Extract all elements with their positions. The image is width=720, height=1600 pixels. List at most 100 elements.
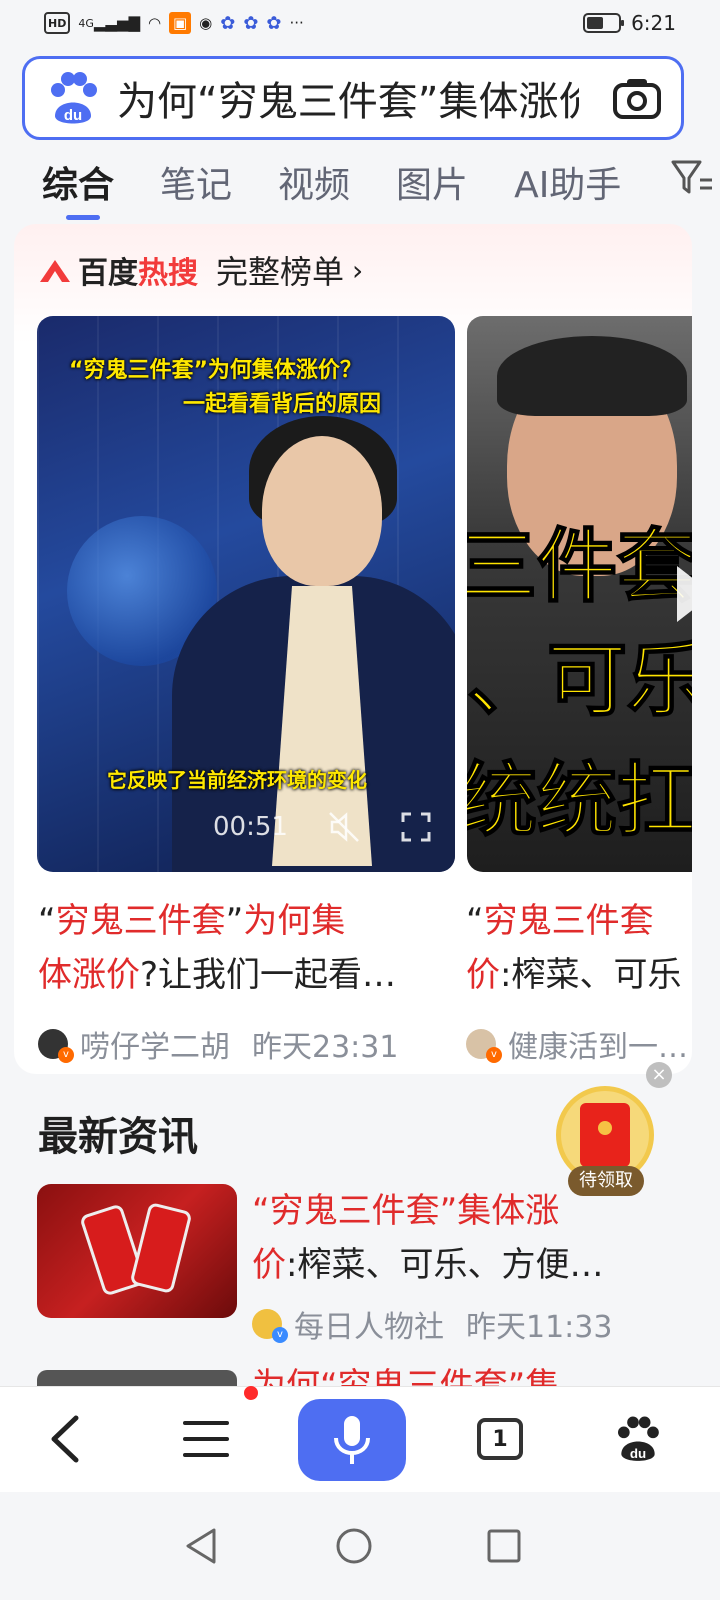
hd-icon: HD xyxy=(44,12,71,34)
signal-4g-icon: 4G ▂▃▅▇ xyxy=(78,14,141,32)
tab-all[interactable]: 综合 xyxy=(42,156,114,220)
system-navigation-bar xyxy=(0,1492,720,1600)
news-section-title: 最新资讯 xyxy=(38,1114,198,1160)
hot-search-brand: 百度 热搜 xyxy=(78,248,198,292)
camera-icon[interactable] xyxy=(611,75,663,121)
tab-videos[interactable]: 视频 xyxy=(278,156,350,208)
filter-icon[interactable] xyxy=(670,158,714,200)
video-caption-top: “穷鬼三件套”为何集体涨价？ xyxy=(69,358,362,383)
menu-button[interactable] xyxy=(176,1409,236,1469)
tab-images[interactable]: 图片 xyxy=(396,156,468,208)
author-name[interactable]: 健康活到一… xyxy=(508,1022,688,1066)
video-meta: v 唠仔学二胡 昨天23:31 xyxy=(38,1022,398,1066)
presenter-hair xyxy=(497,336,687,416)
verified-badge-icon: v xyxy=(486,1047,502,1063)
video-title-line: 体涨价?让我们一起看… xyxy=(38,948,458,1002)
tab-ai-assistant[interactable]: AI助手 xyxy=(514,156,621,208)
hot-search-header[interactable]: 百度 热搜 完整榜单 › xyxy=(38,248,363,292)
search-bar[interactable]: du 为何“穷鬼三件套”集体涨价 xyxy=(22,56,684,140)
video-title[interactable]: “穷鬼三件套”为何集 体涨价?让我们一起看… xyxy=(38,894,458,1002)
news-title[interactable]: “穷鬼三件套”集体涨 价:榨菜、可乐、方便… xyxy=(252,1184,652,1292)
news-time: 昨天11:33 xyxy=(466,1310,613,1345)
status-icons-left: HD 4G ▂▃▅▇ ◠ ▣ ◉ ✿ ✿ ✿ ··· xyxy=(44,12,304,34)
red-packet-label[interactable]: 待领取 xyxy=(568,1166,644,1196)
video-duration: 00:51 xyxy=(213,812,288,842)
status-icons-right: 6:21 xyxy=(583,11,676,35)
video-overlay-text: 、可乐 xyxy=(467,633,692,728)
wifi-icon: ◠ xyxy=(148,14,162,32)
fullscreen-icon[interactable] xyxy=(399,810,433,844)
full-list-link[interactable]: 完整榜单 xyxy=(216,247,344,293)
avatar[interactable]: v xyxy=(466,1029,502,1063)
video-title[interactable]: “穷鬼三件套 价:榨菜、可乐 xyxy=(466,894,692,1002)
hot-brand-suffix: 热搜 xyxy=(138,256,198,291)
app-notification-icon: ▣ xyxy=(169,12,192,34)
tabs-button[interactable]: 1 xyxy=(470,1409,530,1469)
svg-text:du: du xyxy=(64,107,82,124)
baidu-paw-icon: du xyxy=(618,1416,659,1461)
baidu-home-button[interactable]: du xyxy=(608,1409,668,1469)
title-quote: “ xyxy=(466,901,484,941)
hot-brand-prefix: 百度 xyxy=(78,256,138,291)
back-button[interactable] xyxy=(36,1409,96,1469)
video-thumbnail[interactable]: 三件套” 、可乐 统统扛不 xyxy=(467,316,692,872)
title-highlight: 为何集 xyxy=(243,901,346,941)
news-source[interactable]: 每日人物社 xyxy=(294,1302,444,1346)
clock: 6:21 xyxy=(631,11,676,35)
title-quote: “ xyxy=(252,1191,270,1231)
baidu-logo-icon[interactable]: du xyxy=(43,68,103,128)
news-title-line: 价:榨菜、可乐、方便… xyxy=(252,1238,652,1292)
notification-dot xyxy=(244,1386,258,1400)
baidu-search-results-page: HD 4G ▂▃▅▇ ◠ ▣ ◉ ✿ ✿ ✿ ··· 6:21 du 为何“穷鬼三… xyxy=(0,0,720,1600)
video-title-line: “穷鬼三件套”为何集 xyxy=(38,894,458,948)
video-caption-top-2: 一起看看背后的原因 xyxy=(183,392,382,417)
cola-can-graphic xyxy=(129,1201,193,1295)
title-rest: :榨菜、可乐 xyxy=(500,955,682,995)
red-envelope-icon xyxy=(580,1103,630,1167)
post-time: 昨天23:31 xyxy=(252,1030,399,1065)
verified-badge-icon: v xyxy=(58,1047,74,1063)
video-meta: v 健康活到一… xyxy=(466,1022,692,1066)
title-highlight: 价 xyxy=(252,1245,286,1285)
battery-icon xyxy=(583,13,625,33)
chevron-right-icon: › xyxy=(352,253,364,287)
tab-count: 1 xyxy=(477,1418,523,1460)
hot-search-logo-icon xyxy=(40,260,70,282)
baidu-paw-icon: ✿ xyxy=(243,12,259,34)
search-tabs: 综合 笔记 视频 图片 AI助手 xyxy=(0,150,720,220)
svg-text:du: du xyxy=(630,1446,646,1461)
chevron-left-icon xyxy=(51,1415,79,1463)
news-thumbnail[interactable] xyxy=(37,1184,237,1318)
nav-back-icon[interactable] xyxy=(182,1526,222,1566)
title-highlight: 穷鬼三件套 xyxy=(483,901,654,941)
wechat-icon: ◉ xyxy=(199,14,213,32)
signal-label: 4G xyxy=(78,16,94,30)
hot-search-card: 百度 热搜 完整榜单 › “穷鬼三件套”为何集体涨价？ 一起看看背后的原因 它反映… xyxy=(14,224,692,1074)
close-icon[interactable]: × xyxy=(646,1062,672,1088)
video-overlay-text: 三件套” xyxy=(467,519,692,614)
news-item[interactable]: “穷鬼三件套”集体涨 价:榨菜、可乐、方便… v 每日人物社 昨天11:33 xyxy=(0,1184,720,1354)
title-highlight: 穷鬼三件套 xyxy=(55,901,226,941)
video-thumbnail[interactable]: “穷鬼三件套”为何集体涨价？ 一起看看背后的原因 它反映了当前经济环境的变化 0… xyxy=(37,316,455,872)
next-news-title[interactable]: 为何“穷鬼三件套”集 xyxy=(252,1366,559,1388)
title-highlight: 价 xyxy=(466,955,500,995)
bottom-toolbar: 1 du xyxy=(0,1386,720,1492)
nav-home-icon[interactable] xyxy=(334,1526,374,1566)
verified-badge-icon: v xyxy=(272,1327,288,1343)
title-rest: ?让我们一起看… xyxy=(140,955,397,995)
avatar[interactable]: v xyxy=(252,1309,288,1343)
title-highlight: 穷鬼三件套”集体涨 xyxy=(269,1191,560,1231)
nav-recent-apps-icon[interactable] xyxy=(484,1526,524,1566)
voice-search-button[interactable] xyxy=(298,1399,406,1481)
status-bar: HD 4G ▂▃▅▇ ◠ ▣ ◉ ✿ ✿ ✿ ··· 6:21 xyxy=(0,0,720,46)
video-overlay-text: 统统扛不 xyxy=(467,753,692,848)
menu-icon xyxy=(183,1421,229,1457)
title-quote: “ xyxy=(38,901,56,941)
mute-icon[interactable] xyxy=(327,810,361,844)
search-input[interactable]: 为何“穷鬼三件套”集体涨价 xyxy=(117,69,579,127)
tab-notes[interactable]: 笔记 xyxy=(160,156,232,208)
author-name[interactable]: 唠仔学二胡 xyxy=(80,1022,230,1066)
avatar[interactable]: v xyxy=(38,1029,74,1063)
title-quote: ” xyxy=(225,901,244,941)
video-caption-bottom: 它反映了当前经济环境的变化 xyxy=(107,768,367,792)
